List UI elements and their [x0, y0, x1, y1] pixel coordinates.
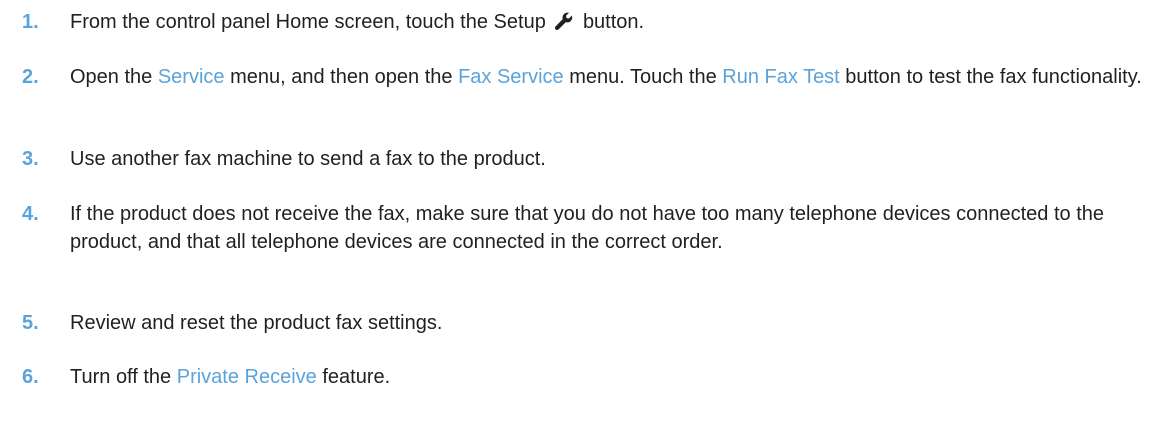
step-number: 4. [22, 203, 39, 225]
fax-service-menu-link: Fax Service [458, 66, 564, 88]
step-text-part: menu. Touch the [563, 66, 723, 88]
step-text-part: Open the [70, 66, 158, 88]
step-text: If the product does not receive the fax,… [70, 203, 1104, 253]
step-text-part: menu, and then open the [224, 66, 459, 88]
step-text-part: Turn off the [70, 366, 177, 388]
step-number: 5. [22, 312, 39, 334]
step-number: 6. [22, 366, 39, 388]
step-text: From the control panel Home screen, touc… [70, 8, 1155, 36]
step-text: Use another fax machine to send a fax to… [70, 148, 546, 170]
wrench-icon [555, 12, 573, 30]
service-menu-link: Service [157, 66, 225, 88]
step-text: Open the Service menu, and then open the… [70, 63, 1155, 91]
step-text-part: feature. [316, 366, 391, 388]
step-text-after: button. [582, 11, 645, 33]
step-text: Review and reset the product fax setting… [70, 312, 443, 334]
step-number: 3. [22, 148, 39, 170]
private-receive-feature-label: Private Receive [176, 366, 317, 388]
step-text-before: From the control panel Home screen, touc… [70, 11, 546, 33]
step-text-part: button to test the fax functionality. [839, 66, 1142, 88]
step-text: Turn off the Private Receive feature. [70, 363, 1155, 391]
run-fax-test-button-label: Run Fax Test [722, 66, 840, 88]
step-number: 2. [22, 66, 39, 88]
step-number: 1. [22, 11, 39, 33]
